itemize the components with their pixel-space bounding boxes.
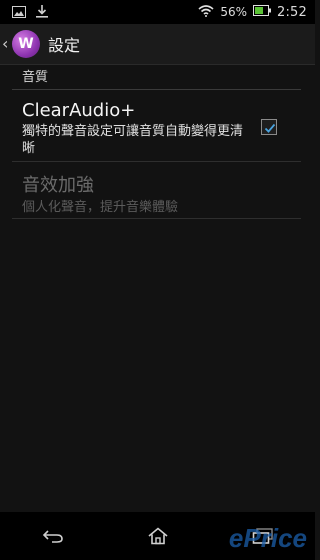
battery-percent: 56% <box>220 5 247 19</box>
eprice-watermark: ePrice <box>229 523 307 554</box>
section-header-label: 音質 <box>22 70 49 85</box>
sound-enhancement-preference[interactable]: 音效加強 個人化聲音，提升音樂體驗 <box>12 163 301 219</box>
sound-enhancement-title: 音效加強 <box>22 175 94 196</box>
back-arrow-icon <box>42 530 63 543</box>
battery-icon <box>253 5 271 19</box>
checkmark-icon <box>264 123 276 133</box>
action-bar: ‹ W 設定 <box>0 24 315 65</box>
section-header: 音質 <box>12 64 301 90</box>
download-notification-icon <box>36 3 48 22</box>
status-bar: 56% 2:52 <box>0 0 315 24</box>
sound-enhancement-summary: 個人化聲音，提升音樂體驗 <box>22 200 179 215</box>
gallery-notification-icon <box>12 3 26 22</box>
back-button[interactable] <box>33 521 73 551</box>
clock: 2:52 <box>277 4 307 20</box>
clearaudio-title: ClearAudio+ <box>22 100 136 121</box>
back-chevron-icon[interactable]: ‹ <box>2 36 12 52</box>
page-title: 設定 <box>48 36 81 55</box>
clearaudio-checkbox[interactable] <box>261 119 277 135</box>
home-button[interactable] <box>138 521 178 551</box>
wifi-icon <box>198 4 214 20</box>
walkman-app-icon[interactable]: W <box>12 30 40 58</box>
clearaudio-preference[interactable]: ClearAudio+ 獨特的聲音設定可讓音質自動變得更清晰 <box>12 92 301 162</box>
clearaudio-summary: 獨特的聲音設定可讓音質自動變得更清晰 <box>22 124 244 156</box>
home-icon <box>147 527 168 545</box>
watermark-text: ePrice <box>228 523 307 553</box>
app-icon-letter: W <box>18 36 34 52</box>
